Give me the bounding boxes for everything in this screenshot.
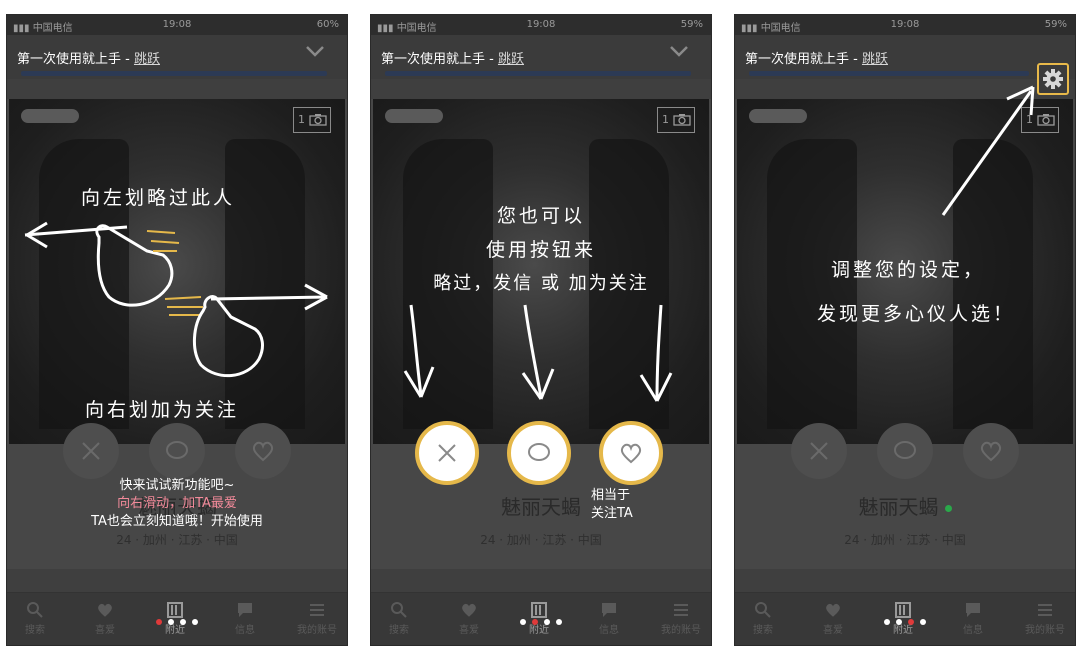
guide-banner: 第一次使用就上手 - 跳跃: [735, 35, 1075, 95]
chat-icon: [166, 441, 188, 459]
skip-link[interactable]: 跳跃: [134, 52, 160, 67]
clock: 19:08: [890, 19, 920, 30]
profile-name: 魅丽天蝎: [735, 491, 1075, 520]
photo-tag: [21, 109, 79, 123]
guide-title: 第一次使用就上手 - 跳跃: [17, 52, 160, 67]
settings-hint-line-1: 调整您的设定，: [831, 259, 986, 281]
follow-button[interactable]: [963, 423, 1019, 479]
photo-count-badge: 1: [657, 107, 695, 133]
chat-icon: [528, 443, 550, 461]
profile-details: 24 · 加州 · 江苏 · 中国: [116, 533, 238, 547]
profile-photo[interactable]: 1: [9, 99, 345, 444]
chevron-down-icon[interactable]: [669, 45, 689, 57]
profile-name: 魅丽天蝎: [501, 495, 581, 519]
swipe-left-hint: 向左划略过此人: [81, 187, 236, 209]
guide-progress-bar: [385, 71, 691, 76]
chevron-down-icon[interactable]: [305, 45, 325, 57]
guide-banner: 第一次使用就上手 - 跳跃: [7, 35, 347, 79]
follow-button[interactable]: [235, 423, 291, 479]
skip-button[interactable]: [791, 423, 847, 479]
skip-button[interactable]: [63, 423, 119, 479]
photo-count-badge: 1: [1021, 107, 1059, 133]
guide-line-1: 您也可以: [496, 205, 585, 227]
start-using-link[interactable]: TA也会立刻知道哦！开始使用: [67, 513, 287, 531]
heart-icon: [252, 441, 274, 462]
guide-banner: 第一次使用就上手 - 跳跃: [371, 35, 711, 79]
message-button[interactable]: [877, 423, 933, 479]
settings-button[interactable]: [1037, 63, 1069, 95]
chat-icon: [894, 441, 916, 459]
bottom-tab-bar: 搜索 喜爱 附近 信息 我的账号: [735, 592, 1075, 645]
battery-level: 59%: [1044, 19, 1067, 30]
guide-line-3: 略过，发信 或 加为关注: [433, 273, 649, 294]
guide-line-2: 使用按钮来: [485, 239, 596, 261]
photo-tag: [749, 109, 807, 123]
photo-tag: [385, 109, 443, 123]
new-feature-note: 快来试试新功能吧~ 向右滑动，加TA最爱 TA也会立刻知道哦！开始使用: [67, 477, 287, 531]
photo-count-badge: 1: [293, 107, 331, 133]
battery-level: 60%: [316, 19, 339, 30]
guide-progress-bar: [21, 71, 327, 76]
clock: 19:08: [526, 19, 556, 30]
page-indicator: [735, 610, 1075, 629]
battery-level: 59%: [680, 19, 703, 30]
phone-screen-swipe-guide: ▮▮▮ 中国电信 19:08 60% 第一次使用就上手 - 跳跃 1 魅丽天蝎 …: [6, 14, 348, 646]
skip-link[interactable]: 跳跃: [862, 52, 888, 67]
swipe-right-hint: 向右划加为关注: [85, 399, 240, 421]
skip-link[interactable]: 跳跃: [498, 52, 524, 67]
profile-details: 24 · 加州 · 江苏 · 中国: [480, 533, 602, 547]
online-status-dot: [944, 505, 952, 512]
message-button[interactable]: [149, 423, 205, 479]
camera-icon: [309, 114, 327, 126]
heart-icon: [620, 443, 642, 464]
profile-card[interactable]: 1 魅丽天蝎 24 · 加州 · 江苏 · 中国: [371, 99, 711, 569]
bottom-tab-bar: 搜索 喜爱 附近 信息 我的账号: [371, 592, 711, 645]
camera-icon: [673, 114, 691, 126]
gear-icon: [1043, 69, 1063, 89]
phone-screen-button-guide: ▮▮▮ 中国电信 19:08 59% 第一次使用就上手 - 跳跃 1 魅丽天蝎 …: [370, 14, 712, 646]
profile-card[interactable]: 1 魅丽天蝎 24 · 加州 · 江苏 · 中国: [735, 99, 1075, 569]
message-button[interactable]: [507, 421, 571, 485]
settings-hint-line-2: 发现更多心仪人选！: [817, 303, 1016, 325]
guide-progress-bar: [749, 71, 1029, 76]
follow-button[interactable]: [599, 421, 663, 485]
phone-screen-settings-guide: ▮▮▮ 中国电信 19:08 59% 第一次使用就上手 - 跳跃 1 魅丽天蝎 …: [734, 14, 1076, 646]
follow-hint: 相当于 关注TA: [591, 488, 633, 521]
clock: 19:08: [162, 19, 192, 30]
page-indicator: [371, 610, 711, 629]
skip-button[interactable]: [415, 421, 479, 485]
bottom-tab-bar: 搜索 喜爱 附近 信息 我的账号: [7, 592, 347, 645]
status-bar: ▮▮▮ 中国电信 19:08 60%: [7, 15, 347, 35]
status-bar: ▮▮▮ 中国电信 19:08 59%: [371, 15, 711, 35]
close-icon: [810, 442, 828, 460]
heart-icon: [980, 441, 1002, 462]
close-icon: [82, 442, 100, 460]
camera-icon: [1037, 114, 1055, 126]
close-icon: [438, 444, 456, 462]
profile-details: 24 · 加州 · 江苏 · 中国: [844, 533, 966, 547]
guide-title: 第一次使用就上手 - 跳跃: [381, 52, 524, 67]
guide-title: 第一次使用就上手 - 跳跃: [745, 52, 888, 67]
page-indicator: [7, 610, 347, 629]
status-bar: ▮▮▮ 中国电信 19:08 59%: [735, 15, 1075, 35]
